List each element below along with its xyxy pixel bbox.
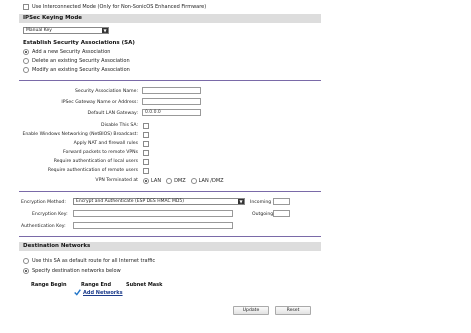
- establish-modify-label: Modify an existing Security Association: [32, 67, 130, 73]
- keying-header: IPSec Keying Mode: [19, 14, 321, 23]
- outgoing-spi-input[interactable]: [273, 210, 290, 217]
- netbios-label: Enable Windows Networking (NetBIOS) Broa…: [22, 132, 138, 137]
- establish-option-delete[interactable]: Delete an existing Security Association: [23, 58, 130, 64]
- interconnected-checkbox[interactable]: [23, 4, 29, 10]
- gateway-input[interactable]: [142, 98, 201, 105]
- vpn-lan-radio[interactable]: [143, 178, 149, 184]
- vpn-terminated-options: LAN DMZ LAN /DMZ: [143, 178, 224, 184]
- establish-delete-label: Delete an existing Security Association: [32, 58, 130, 64]
- incoming-spi-input[interactable]: [273, 198, 290, 205]
- establish-add-label: Add a new Security Association: [32, 49, 111, 55]
- vpn-lan-label: LAN: [151, 178, 162, 184]
- column-subnet-mask: Subnet Mask: [126, 282, 163, 288]
- sa-name-input[interactable]: [142, 87, 201, 94]
- encryption-method-label: Encryption Method:: [21, 200, 66, 205]
- separator: [19, 236, 321, 237]
- vpn-dmz-label: DMZ: [174, 178, 186, 184]
- establish-delete-radio[interactable]: [23, 58, 29, 64]
- interconnected-label: Use Interconnected Mode (Only for Non-So…: [32, 4, 207, 10]
- netbios-checkbox[interactable]: [143, 132, 149, 138]
- keying-mode-value: Manual Key: [26, 28, 52, 33]
- encryption-method-value: Encrypt and Authenticate (ESP DES HMAC M…: [76, 199, 185, 204]
- column-range-begin: Range Begin: [31, 282, 67, 288]
- encryption-key-label: Encryption Key:: [32, 212, 68, 217]
- add-networks-label: Add Networks: [83, 289, 123, 296]
- destination-option-default[interactable]: Use this SA as default route for all Int…: [23, 258, 155, 264]
- remote-auth-label: Require authentication of remote users: [47, 168, 138, 173]
- chevron-down-icon[interactable]: ▼: [238, 199, 244, 204]
- establish-add-radio[interactable]: [23, 49, 29, 55]
- reset-button[interactable]: Reset: [275, 306, 311, 315]
- add-networks-link[interactable]: Add Networks: [74, 289, 123, 296]
- interconnected-row[interactable]: Use Interconnected Mode (Only for Non-So…: [23, 4, 206, 10]
- encryption-method-select[interactable]: Encrypt and Authenticate (ESP DES HMAC M…: [73, 198, 245, 205]
- lan-gateway-input[interactable]: 0.0.0.0: [142, 109, 201, 116]
- chevron-down-icon[interactable]: ▼: [102, 28, 108, 33]
- auth-key-label: Authentication Key:: [21, 224, 66, 229]
- lan-gateway-label: Default LAN Gateway:: [87, 111, 138, 116]
- vpn-dmz-radio[interactable]: [166, 178, 173, 184]
- forward-label: Forward packets to remote VPNs: [63, 150, 138, 155]
- encryption-key-input[interactable]: [73, 210, 233, 217]
- separator: [19, 191, 321, 192]
- auth-key-input[interactable]: [73, 222, 233, 229]
- default-route-label: Use this SA as default route for all Int…: [32, 258, 156, 264]
- establish-header: Establish Security Associations (SA): [19, 39, 321, 48]
- specify-networks-radio[interactable]: [23, 268, 29, 274]
- separator: [19, 80, 321, 81]
- default-route-radio[interactable]: [23, 258, 29, 264]
- disable-sa-label: Disable This SA:: [101, 123, 138, 128]
- establish-option-add[interactable]: Add a new Security Association: [23, 49, 110, 55]
- vpn-sa-panel: Use Interconnected Mode (Only for Non-So…: [19, 0, 321, 333]
- specify-networks-label: Specify destination networks below: [32, 268, 121, 274]
- disable-sa-checkbox[interactable]: [143, 123, 149, 129]
- local-auth-checkbox[interactable]: [143, 159, 149, 165]
- nat-label: Apply NAT and firewall rules: [73, 141, 138, 146]
- sa-name-label: Security Association Name:: [74, 89, 138, 94]
- update-button[interactable]: Update: [233, 306, 269, 315]
- vpn-lan-dmz-label: LAN /DMZ: [198, 178, 224, 184]
- vpn-terminated-label: VPN Terminated at: [95, 178, 138, 183]
- keying-mode-select[interactable]: Manual Key ▼: [23, 27, 109, 34]
- nat-checkbox[interactable]: [143, 141, 149, 147]
- destination-option-specify[interactable]: Specify destination networks below: [23, 268, 121, 274]
- column-range-end: Range End: [81, 282, 112, 288]
- gateway-label: IPSec Gateway Name or Address:: [61, 100, 138, 105]
- establish-modify-radio[interactable]: [23, 67, 29, 73]
- establish-option-modify[interactable]: Modify an existing Security Association: [23, 67, 130, 73]
- local-auth-label: Require authentication of local users: [53, 159, 138, 164]
- checkmark-icon: [74, 289, 81, 296]
- vpn-lan-dmz-radio[interactable]: [190, 178, 197, 184]
- remote-auth-checkbox[interactable]: [143, 168, 149, 174]
- forward-checkbox[interactable]: [143, 150, 149, 156]
- destination-header: Destination Networks: [19, 242, 321, 251]
